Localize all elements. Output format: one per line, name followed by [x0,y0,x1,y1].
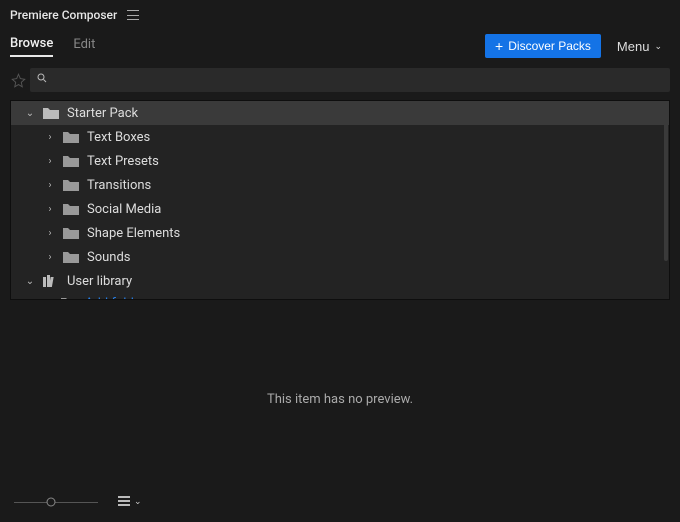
menu-button[interactable]: Menu ⌄ [609,35,670,58]
tree-scrollbar[interactable] [663,101,669,299]
folder-icon [63,179,79,191]
search-icon [36,72,48,88]
chevron-right-icon[interactable]: › [45,156,55,167]
library-icon [43,275,59,287]
folder-icon [63,227,79,239]
zoom-thumb[interactable] [46,498,55,507]
tabs: Browse Edit [10,36,95,57]
zoom-slider[interactable] [14,497,98,507]
bottom-bar: ⌄ [0,490,680,514]
search-input[interactable] [52,73,664,87]
tree-item-text-presets[interactable]: › Text Presets [11,149,669,173]
hamburger-icon[interactable] [127,10,139,20]
list-icon [118,495,130,510]
tree-label: Sounds [87,250,131,265]
chevron-right-icon[interactable]: › [45,252,55,263]
add-folder-icon [61,297,77,300]
preview-empty-text: This item has no preview. [0,392,680,407]
tree-item-user-library[interactable]: ⌄ User library [11,269,669,293]
tree-item-social-media[interactable]: › Social Media [11,197,669,221]
tab-browse[interactable]: Browse [10,36,53,57]
discover-packs-label: Discover Packs [508,39,591,53]
folder-icon [63,155,79,167]
titlebar: Premiere Composer [0,0,680,26]
tree-item-transitions[interactable]: › Transitions [11,173,669,197]
chevron-right-icon[interactable]: › [45,204,55,215]
add-folder-label: Add folder [85,296,145,301]
chevron-right-icon[interactable]: › [45,180,55,191]
tree-label: Transitions [87,178,151,193]
tree-item-add-folder[interactable]: Add folder [11,293,669,300]
tree-item-text-boxes[interactable]: › Text Boxes [11,125,669,149]
tree-item-shape-elements[interactable]: › Shape Elements [11,221,669,245]
tree-label: Starter Pack [67,106,138,121]
chevron-down-icon[interactable]: ⌄ [25,276,35,287]
chevron-down-icon: ⌄ [654,41,662,52]
app-title: Premiere Composer [10,8,117,22]
tree-label: Shape Elements [87,226,180,241]
tree-item-sounds[interactable]: › Sounds [11,245,669,269]
folder-icon [43,107,59,119]
chevron-right-icon[interactable]: › [45,132,55,143]
search-box [30,68,670,92]
menu-label: Menu [617,39,650,54]
favorites-star-icon[interactable] [8,69,28,91]
view-mode-button[interactable]: ⌄ [118,495,142,510]
chevron-right-icon[interactable]: › [45,228,55,239]
folder-icon [63,203,79,215]
plus-icon: + [495,39,503,53]
chevron-down-icon[interactable]: ⌄ [25,108,35,119]
tree-label: Social Media [87,202,161,217]
search-row [0,64,680,92]
tree-item-starter-pack[interactable]: ⌄ Starter Pack [11,101,669,125]
tree: ⌄ Starter Pack › Text Boxes › Text Prese… [10,100,670,300]
folder-icon [63,131,79,143]
discover-packs-button[interactable]: + Discover Packs [485,34,601,58]
tree-label: Text Presets [87,154,159,169]
folder-icon [63,251,79,263]
toolbar: Browse Edit + Discover Packs Menu ⌄ [0,30,680,62]
tree-label: Text Boxes [87,130,150,145]
tab-edit[interactable]: Edit [73,37,95,56]
chevron-down-icon: ⌄ [134,497,142,507]
tree-label: User library [67,274,132,289]
